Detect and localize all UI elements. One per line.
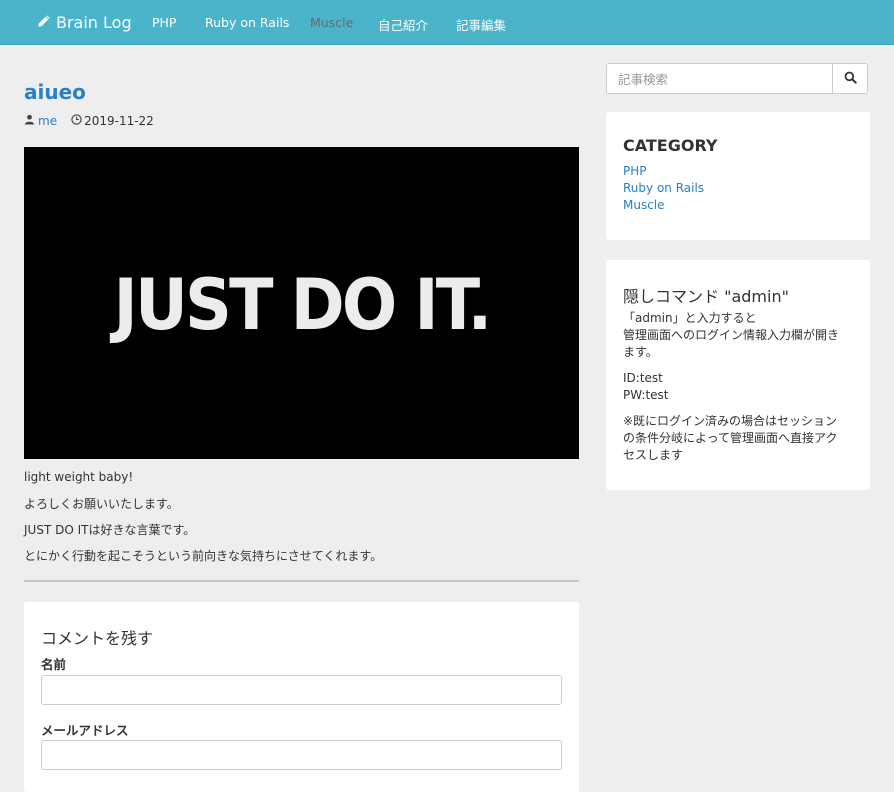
- nav-item-php[interactable]: PHP: [152, 15, 176, 30]
- nav-item-muscle[interactable]: Muscle: [310, 15, 353, 30]
- category-link-muscle[interactable]: Muscle: [623, 198, 665, 212]
- post-image: JUST DO IT.: [24, 147, 579, 459]
- search-icon: [844, 71, 857, 87]
- pencil-icon: [37, 13, 51, 32]
- post-paragraph: light weight baby!: [24, 470, 134, 484]
- hidden-command-note: の条件分岐によって管理画面へ直接アク: [623, 431, 838, 445]
- post-divider: [24, 580, 579, 582]
- post-paragraph: よろしくお願いいたします。: [24, 497, 179, 511]
- hidden-command-note: ※既にログイン済みの場合はセッション: [623, 414, 838, 428]
- category-link-ruby-on-rails[interactable]: Ruby on Rails: [623, 181, 704, 195]
- email-label: メールアドレス: [41, 723, 129, 738]
- post-image-text: JUST DO IT.: [113, 264, 493, 346]
- search-input[interactable]: 記事検索: [606, 63, 833, 94]
- nav-item-edit-post[interactable]: 記事編集: [456, 15, 506, 34]
- name-label: 名前: [41, 657, 67, 672]
- category-card: CATEGORY PHP Ruby on Rails Muscle: [606, 112, 870, 240]
- hidden-command-card: 隠しコマンド "admin" 「admin」と入力すると 管理画面へのログイン情…: [606, 260, 870, 490]
- search-button[interactable]: [833, 63, 868, 94]
- category-title: CATEGORY: [623, 136, 718, 155]
- hidden-command-line: 「admin」と入力すると: [623, 311, 757, 325]
- hidden-command-id: ID:test: [623, 371, 663, 385]
- post-meta: me 2019-11-22: [24, 114, 154, 128]
- hidden-command-pw: PW:test: [623, 388, 669, 402]
- top-navbar: Brain Log PHP Ruby on Rails Muscle 自己紹介 …: [0, 0, 894, 45]
- nav-item-ruby-on-rails[interactable]: Ruby on Rails: [205, 15, 289, 30]
- hidden-command-note: セスします: [623, 448, 684, 462]
- email-field[interactable]: [41, 740, 562, 770]
- hidden-command-line: 管理画面へのログイン情報入力欄が開き: [623, 328, 840, 342]
- user-icon: [24, 114, 35, 128]
- post-date: 2019-11-22: [84, 114, 154, 128]
- clock-icon: [71, 114, 82, 128]
- search-form: 記事検索: [606, 63, 868, 94]
- comment-form: コメントを残す 名前 メールアドレス: [24, 602, 579, 792]
- brand-label: Brain Log: [56, 13, 132, 32]
- post-author-link[interactable]: me: [38, 114, 57, 128]
- hidden-command-title: 隠しコマンド "admin": [623, 287, 789, 306]
- post-title[interactable]: aiueo: [24, 80, 86, 104]
- comment-form-title: コメントを残す: [41, 629, 154, 648]
- post-paragraph: とにかく行動を起こそうという前向きな気持ちにさせてくれます。: [24, 549, 383, 563]
- nav-item-profile[interactable]: 自己紹介: [378, 15, 428, 34]
- category-link-php[interactable]: PHP: [623, 164, 647, 178]
- brand-link[interactable]: Brain Log: [37, 13, 132, 32]
- name-field[interactable]: [41, 675, 562, 705]
- hidden-command-line: ます。: [623, 345, 658, 359]
- post-paragraph: JUST DO ITは好きな言葉です。: [24, 523, 196, 537]
